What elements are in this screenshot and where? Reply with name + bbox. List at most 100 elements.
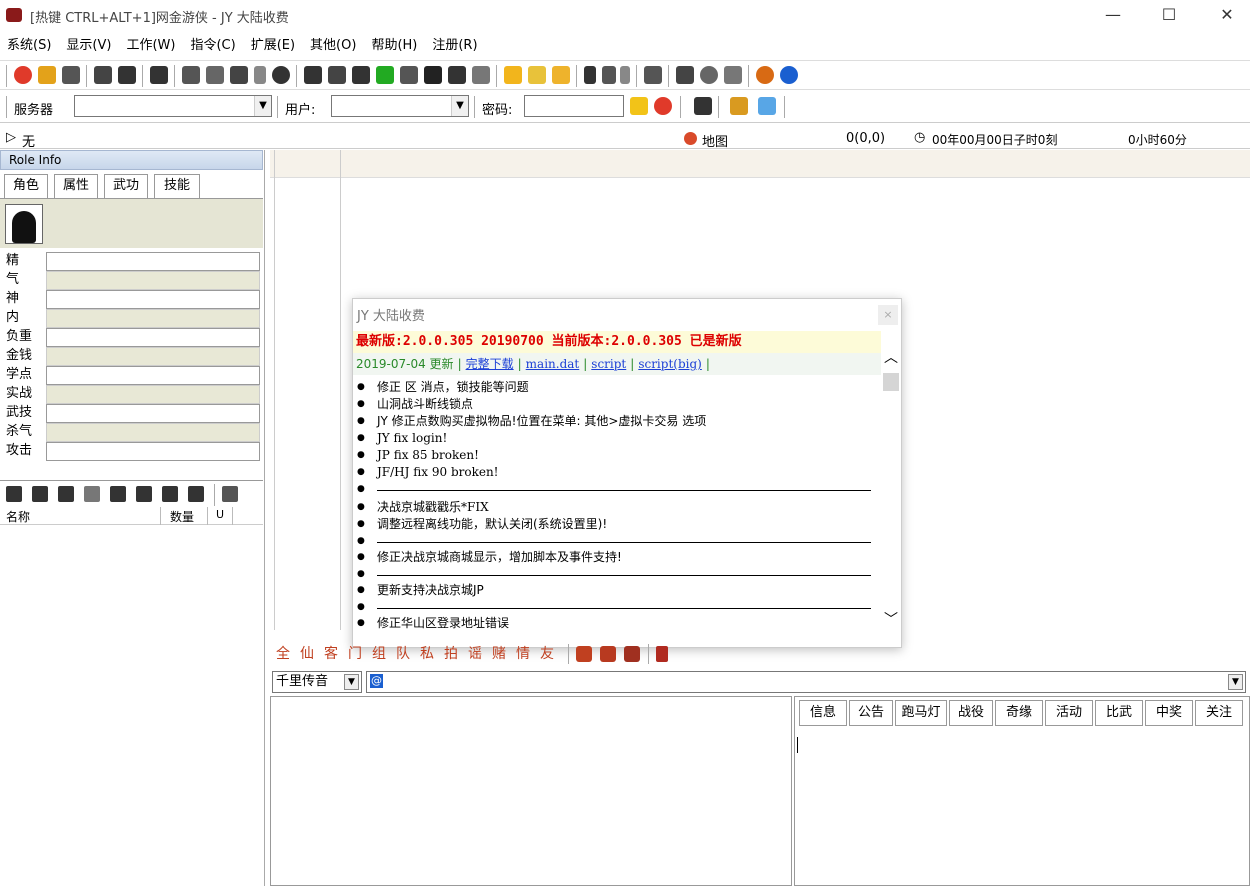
robot-icon[interactable] [94,66,112,84]
channel-immortal[interactable]: 仙 [300,643,314,663]
channel-private[interactable]: 私 [420,643,434,663]
mail-icon[interactable] [206,66,224,84]
wand-green-icon[interactable] [376,66,394,84]
orb-icon[interactable] [700,66,718,84]
tab-character[interactable]: 角色 [4,174,48,198]
tools-icon[interactable] [62,66,80,84]
channel-team[interactable]: 队 [396,643,410,663]
monster-icon[interactable] [304,66,322,84]
main-dat-link[interactable]: main.dat [526,357,580,371]
notepad-icon[interactable] [528,66,546,84]
image-icon[interactable] [624,646,640,662]
lock-icon[interactable] [38,66,56,84]
script-big-link[interactable]: script(big) [638,357,702,371]
speaker-icon[interactable] [656,646,668,662]
channel-love[interactable]: 情 [516,643,530,663]
menu-register[interactable]: 注册(R) [425,34,485,58]
menu-work[interactable]: 工作(W) [119,34,183,58]
stop-icon[interactable] [14,66,32,84]
server-select[interactable]: ▼ [74,95,272,117]
chevron-down-icon[interactable]: ▼ [344,674,359,690]
chest-icon[interactable] [32,486,48,502]
tab-encounter[interactable]: 奇缘 [995,700,1043,726]
menu-other[interactable]: 其他(O) [303,34,364,58]
full-download-link[interactable]: 完整下载 [466,357,514,371]
chat-bubble-icon[interactable] [600,646,616,662]
tab-skills[interactable]: 技能 [154,174,200,198]
channel-rumor[interactable]: 谣 [468,643,482,663]
tab-notice[interactable]: 公告 [849,700,893,726]
menu-help[interactable]: 帮助(H) [364,34,425,58]
password-field[interactable] [524,95,624,117]
pickaxe-icon[interactable] [118,66,136,84]
footprint-icon[interactable] [230,66,248,84]
col-qty[interactable]: 数量 [170,508,194,525]
cart-icon[interactable] [110,486,126,502]
popup-scrollbar[interactable]: ︿ ﹀ [881,347,901,647]
chevron-down-icon[interactable]: ▼ [254,96,271,116]
bag-icon[interactable] [6,486,22,502]
cauldron-icon[interactable] [676,66,694,84]
key-remove-icon[interactable] [730,97,748,115]
house-icon[interactable] [424,66,442,84]
dropdown-arrow-icon[interactable] [254,66,266,84]
sparkle-icon[interactable] [472,66,490,84]
dropdown-arrow-icon[interactable] [620,66,630,84]
channel-group[interactable]: 组 [372,643,386,663]
device-icon[interactable] [602,66,616,84]
cancel-icon[interactable] [654,97,672,115]
tab-prize[interactable]: 中奖 [1145,700,1193,726]
stall-icon[interactable] [136,486,152,502]
scroll-icon[interactable] [552,66,570,84]
minimize-button[interactable]: — [1090,0,1136,30]
list-icon[interactable] [182,66,200,84]
shop-icon[interactable] [162,486,178,502]
play-icon[interactable]: ▷ [6,130,16,145]
chevron-up-icon[interactable]: ︿ [881,347,901,367]
tab-marquee[interactable]: 跑马灯 [895,700,947,726]
menu-extend[interactable]: 扩展(E) [244,34,303,58]
col-u[interactable]: U [216,508,224,521]
chat-log[interactable] [270,696,792,886]
target-icon[interactable] [272,66,290,84]
square-icon[interactable] [150,66,168,84]
col-name[interactable]: 名称 [6,508,30,525]
arrows-icon[interactable] [644,66,662,84]
tab-battle[interactable]: 战役 [949,700,993,726]
menu-view[interactable]: 显示(V) [59,34,119,58]
trash-icon[interactable] [758,97,776,115]
folder-icon[interactable] [504,66,522,84]
chat-input[interactable]: @ ▼ [366,671,1246,693]
script-link[interactable]: script [591,357,626,371]
close-icon[interactable]: × [878,305,898,325]
lightning-icon[interactable] [630,97,648,115]
maximize-button[interactable]: ☐ [1146,0,1192,30]
badge-icon[interactable] [756,66,774,84]
emote-icon[interactable] [576,646,592,662]
grid-icon[interactable] [448,66,466,84]
tab-info[interactable]: 信息 [799,700,847,726]
calendar-icon[interactable] [400,66,418,84]
channel-gamble[interactable]: 赌 [492,643,506,663]
channel-auction[interactable]: 拍 [444,643,458,663]
channel-guest[interactable]: 客 [324,643,338,663]
tab-duel[interactable]: 比武 [1095,700,1143,726]
info-icon[interactable] [780,66,798,84]
avatar[interactable] [5,204,43,244]
phone-icon[interactable] [584,66,596,84]
scroll-thumb[interactable] [883,373,899,391]
tab-attributes[interactable]: 属性 [54,174,98,198]
mask-icon[interactable] [328,66,346,84]
plugin-icon[interactable] [694,97,712,115]
printer-icon[interactable] [724,66,742,84]
box-icon[interactable] [58,486,74,502]
chevron-down-icon[interactable]: ﹀ [881,609,901,629]
channel-select[interactable]: 千里传音 ▼ [272,671,362,693]
pouch-icon[interactable] [84,486,100,502]
tab-follow[interactable]: 关注 [1195,700,1243,726]
close-button[interactable]: ✕ [1204,0,1250,30]
channel-sect[interactable]: 门 [348,643,362,663]
storage-icon[interactable] [222,486,238,502]
tab-event[interactable]: 活动 [1045,700,1093,726]
tab-martial[interactable]: 武功 [104,174,148,198]
